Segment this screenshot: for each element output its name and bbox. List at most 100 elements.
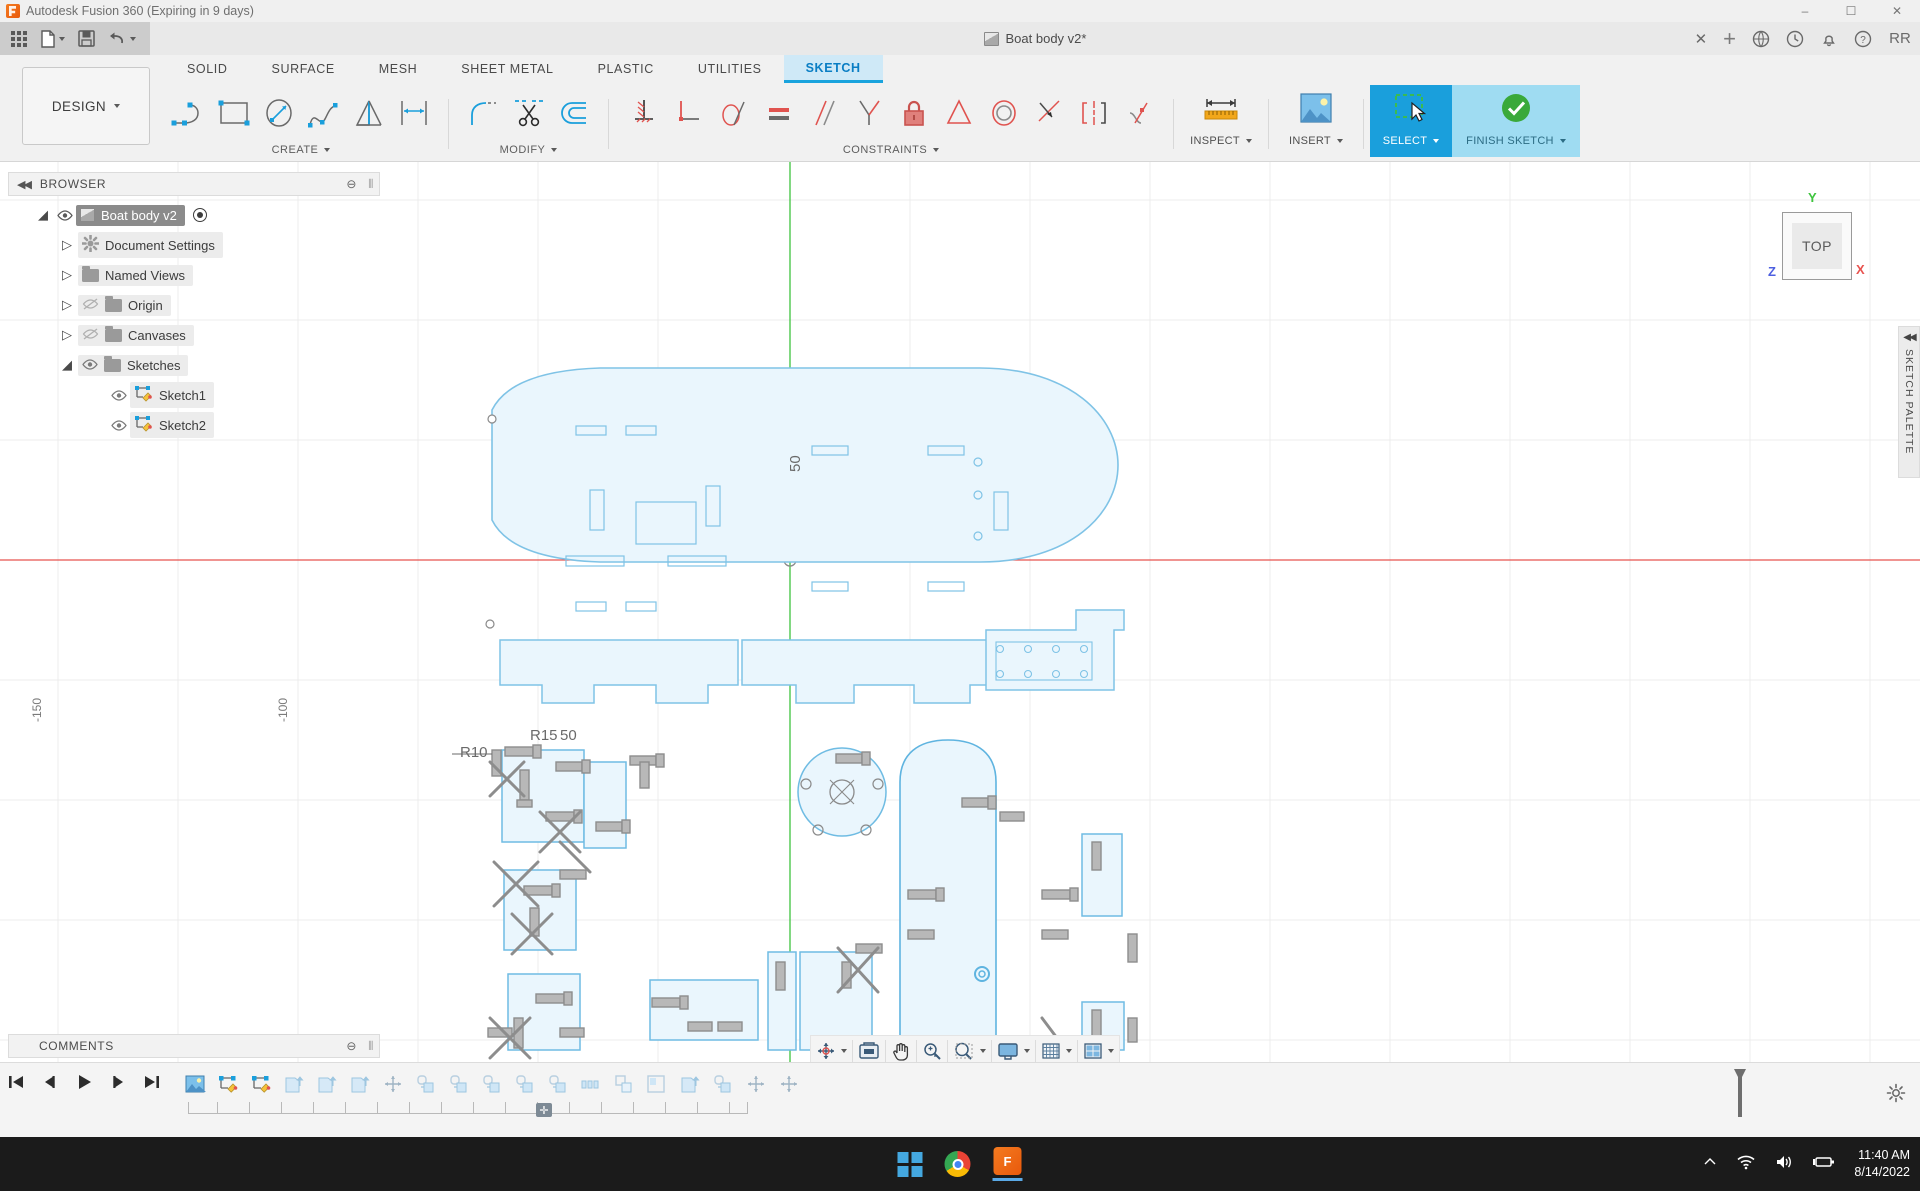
sketch2-icon[interactable] [248, 1071, 274, 1097]
extrude-icon[interactable] [281, 1071, 307, 1097]
parallel-icon[interactable] [801, 88, 846, 138]
tree-item-document-settings[interactable]: ▷ Document Settings [8, 230, 380, 260]
play-icon[interactable] [74, 1073, 94, 1096]
view-cube-face-top[interactable]: TOP [1792, 223, 1842, 269]
visibility-hidden-icon[interactable] [82, 298, 99, 313]
curvature-icon[interactable] [1116, 88, 1161, 138]
mirror-icon[interactable] [346, 88, 391, 138]
fillet-icon[interactable] [512, 1071, 538, 1097]
shell-icon[interactable] [611, 1071, 637, 1097]
extensions-icon[interactable] [1752, 30, 1770, 48]
dimension-icon[interactable] [391, 88, 436, 138]
midpoint-icon[interactable] [936, 88, 981, 138]
tree-item-origin[interactable]: ▷ Origin [8, 290, 380, 320]
collapse-icon[interactable]: ◀◀ [1903, 332, 1914, 343]
close-button[interactable]: ✕ [1874, 0, 1920, 22]
user-avatar[interactable]: RR [1888, 27, 1912, 51]
fillet-icon[interactable] [545, 1071, 571, 1097]
trim-scissors-icon[interactable] [506, 88, 551, 138]
maximize-button[interactable]: ☐ [1828, 0, 1874, 22]
panel-constraints-label[interactable]: CONSTRAINTS [615, 141, 1167, 159]
windows-start-icon[interactable] [898, 1152, 923, 1177]
canvas-image-icon[interactable] [182, 1071, 208, 1097]
expand-arrow-icon[interactable]: ▷ [56, 267, 78, 283]
rectangle-icon[interactable] [211, 88, 256, 138]
timeline-scrubber[interactable]: ✛ [536, 1103, 552, 1117]
taskbar-clock[interactable]: 11:40 AM 8/14/2022 [1854, 1147, 1910, 1181]
undo-caret[interactable] [130, 37, 136, 41]
extrude-icon[interactable] [314, 1071, 340, 1097]
expand-arrow-icon[interactable]: ◢ [32, 207, 54, 223]
panel-create-label[interactable]: CREATE [160, 141, 442, 159]
fix-lock-icon[interactable] [891, 88, 936, 138]
sketch1-icon[interactable] [215, 1071, 241, 1097]
tab-solid[interactable]: SOLID [165, 55, 250, 83]
close-tab-button[interactable]: ✕ [1695, 30, 1708, 48]
notifications-bell-icon[interactable] [1820, 30, 1838, 48]
collinear-icon[interactable] [1026, 88, 1071, 138]
tab-plastic[interactable]: PLASTIC [576, 55, 676, 83]
measure-tool[interactable]: INSPECT [1180, 85, 1262, 157]
symmetry-icon[interactable] [1071, 88, 1116, 138]
tree-item-sketch2[interactable]: Sketch2 [8, 410, 380, 440]
tab-surface[interactable]: SURFACE [250, 55, 357, 83]
skip-to-end-icon[interactable] [142, 1073, 162, 1096]
tab-sketch[interactable]: SKETCH [784, 55, 883, 83]
extrude-icon[interactable] [677, 1071, 703, 1097]
expand-arrow-icon[interactable]: ◢ [56, 357, 78, 373]
new-document-caret[interactable] [59, 37, 65, 41]
visibility-hidden-icon[interactable] [82, 328, 99, 343]
fillet-icon[interactable] [413, 1071, 439, 1097]
expand-arrow-icon[interactable]: ▷ [56, 297, 78, 313]
tree-item-canvases[interactable]: ▷ Canvases [8, 320, 380, 350]
move-icon[interactable] [743, 1071, 769, 1097]
equal-icon[interactable] [756, 88, 801, 138]
minimize-button[interactable]: – [1782, 0, 1828, 22]
tree-item-named-views[interactable]: ▷ Named Views [8, 260, 380, 290]
move-icon[interactable] [776, 1071, 802, 1097]
extrude-icon[interactable] [347, 1071, 373, 1097]
chevron-down-icon[interactable] [1108, 1049, 1114, 1053]
tab-utilities[interactable]: UTILITIES [676, 55, 784, 83]
chevron-down-icon[interactable] [1024, 1049, 1030, 1053]
expand-arrow-icon[interactable]: ▷ [56, 327, 78, 343]
view-cube-box[interactable]: TOP [1782, 212, 1852, 280]
pattern-icon[interactable] [578, 1071, 604, 1097]
offset-icon[interactable] [551, 88, 596, 138]
chevron-down-icon[interactable] [980, 1049, 986, 1053]
new-document-icon[interactable] [35, 25, 70, 53]
finish-sketch-button[interactable]: FINISH SKETCH [1452, 85, 1580, 157]
concentric-icon[interactable] [981, 88, 1026, 138]
step-back-icon[interactable] [40, 1073, 60, 1096]
wifi-icon[interactable] [1736, 1154, 1756, 1175]
tree-item-sketch1[interactable]: Sketch1 [8, 380, 380, 410]
timeline-ruler[interactable] [188, 1102, 748, 1114]
chrome-icon[interactable] [945, 1151, 971, 1177]
tangent-icon[interactable] [711, 88, 756, 138]
tree-item-sketches[interactable]: ◢ Sketches [8, 350, 380, 380]
activate-component-radio[interactable] [193, 208, 207, 222]
chevron-up-icon[interactable] [1702, 1154, 1718, 1175]
horizontal-vertical-icon[interactable] [666, 88, 711, 138]
undo-icon[interactable] [103, 25, 141, 53]
gear-icon[interactable] [1886, 1083, 1906, 1108]
insert-tool[interactable]: INSERT [1275, 85, 1357, 157]
tab-mesh[interactable]: MESH [357, 55, 440, 83]
chevron-down-icon[interactable] [841, 1049, 847, 1053]
battery-icon[interactable] [1812, 1154, 1836, 1175]
recent-icon[interactable] [1786, 30, 1804, 48]
fusion360-icon[interactable]: F [994, 1147, 1022, 1175]
spline-icon[interactable] [301, 88, 346, 138]
collapse-left-icon[interactable]: ◀◀ [17, 178, 30, 191]
add-tab-button[interactable]: + [1723, 26, 1736, 52]
visibility-eye-icon[interactable] [108, 390, 130, 401]
fillet-icon[interactable] [461, 88, 506, 138]
sketch-palette-panel[interactable]: ◀◀ SKETCH PALETTE [1898, 326, 1920, 478]
expand-arrow-icon[interactable]: ▷ [56, 237, 78, 253]
line-icon[interactable] [166, 88, 211, 138]
visibility-eye-icon[interactable] [82, 358, 98, 373]
pin-icon[interactable]: ⊖ [346, 1039, 357, 1053]
chevron-down-icon[interactable] [1066, 1049, 1072, 1053]
view-cube[interactable]: Y X Z TOP [1760, 192, 1880, 302]
timeline-marker-icon[interactable] [1730, 1068, 1750, 1123]
